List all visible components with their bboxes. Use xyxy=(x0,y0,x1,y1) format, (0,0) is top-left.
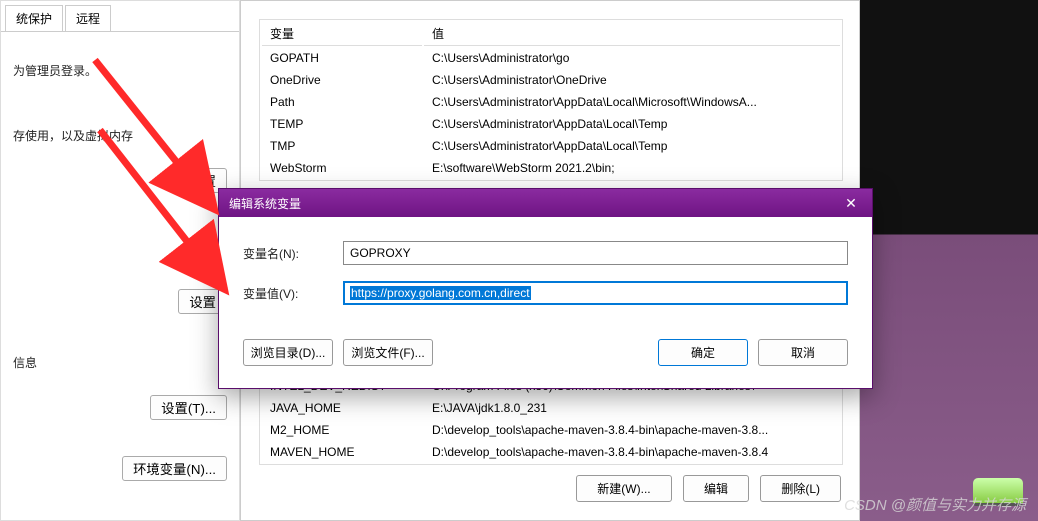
var-value: C:\Users\Administrator\go xyxy=(424,48,840,68)
var-value: E:\software\WebStorm 2021.2\bin; xyxy=(424,158,840,178)
var-name: JAVA_HOME xyxy=(262,398,422,418)
table-row[interactable]: M2_HOMED:\develop_tools\apache-maven-3.8… xyxy=(262,420,840,440)
system-properties-panel: 统保护 远程 为管理员登录。 存使用，以及虚拟内存 设置 设置 信息 设置(T)… xyxy=(0,0,240,521)
user-variables-table[interactable]: 变量 值 GOPATHC:\Users\Administrator\goOneD… xyxy=(259,19,843,181)
memory-text: 存使用，以及虚拟内存 xyxy=(13,127,227,144)
var-value: E:\JAVA\jdk1.8.0_231 xyxy=(424,398,840,418)
info-label: 信息 xyxy=(13,354,227,371)
new-button[interactable]: 新建(W)... xyxy=(576,475,671,502)
var-name: TMP xyxy=(262,136,422,156)
var-value: C:\Users\Administrator\AppData\Local\Tem… xyxy=(424,136,840,156)
browse-directory-button[interactable]: 浏览目录(D)... xyxy=(243,339,333,366)
tab-system-protection[interactable]: 统保护 xyxy=(5,5,63,31)
var-name: Path xyxy=(262,92,422,112)
var-name: M2_HOME xyxy=(262,420,422,440)
var-value: C:\Users\Administrator\AppData\Local\Tem… xyxy=(424,114,840,134)
settings-button-3[interactable]: 设置(T)... xyxy=(150,395,227,420)
edit-system-variable-dialog: 编辑系统变量 ✕ 变量名(N): 变量值(V): https://proxy.g… xyxy=(218,188,873,389)
table-row[interactable]: TEMPC:\Users\Administrator\AppData\Local… xyxy=(262,114,840,134)
table-row[interactable]: MAVEN_HOMED:\develop_tools\apache-maven-… xyxy=(262,442,840,462)
close-button[interactable]: ✕ xyxy=(830,189,872,217)
col-header-variable[interactable]: 变量 xyxy=(262,22,422,46)
table-row[interactable]: GOPATHC:\Users\Administrator\go xyxy=(262,48,840,68)
env-vars-button[interactable]: 环境变量(N)... xyxy=(122,456,227,481)
variable-name-label: 变量名(N): xyxy=(243,245,343,262)
tab-remote[interactable]: 远程 xyxy=(65,5,111,31)
cancel-button[interactable]: 取消 xyxy=(758,339,848,366)
dialog-titlebar[interactable]: 编辑系统变量 ✕ xyxy=(219,189,872,217)
variable-value-label: 变量值(V): xyxy=(243,285,343,302)
variable-value-text: https://proxy.golang.com.cn,direct xyxy=(350,286,531,300)
var-name: GOPATH xyxy=(262,48,422,68)
table-row[interactable]: WebStormE:\software\WebStorm 2021.2\bin; xyxy=(262,158,840,178)
close-icon: ✕ xyxy=(845,195,857,212)
desktop-background xyxy=(858,0,1038,521)
var-name: MAVEN_HOME xyxy=(262,442,422,462)
browse-file-button[interactable]: 浏览文件(F)... xyxy=(343,339,433,366)
table-row[interactable]: PathC:\Users\Administrator\AppData\Local… xyxy=(262,92,840,112)
table-row[interactable]: TMPC:\Users\Administrator\AppData\Local\… xyxy=(262,136,840,156)
ok-button[interactable]: 确定 xyxy=(658,339,748,366)
admin-login-text: 为管理员登录。 xyxy=(13,62,227,79)
var-name: OneDrive xyxy=(262,70,422,90)
table-row[interactable]: OneDriveC:\Users\Administrator\OneDrive xyxy=(262,70,840,90)
var-value: D:\develop_tools\apache-maven-3.8.4-bin\… xyxy=(424,442,840,462)
var-name: WebStorm xyxy=(262,158,422,178)
variable-name-input[interactable] xyxy=(343,241,848,265)
var-value: C:\Users\Administrator\OneDrive xyxy=(424,70,840,90)
variable-value-input[interactable]: https://proxy.golang.com.cn,direct xyxy=(343,281,848,305)
col-header-value[interactable]: 值 xyxy=(424,22,840,46)
var-value: D:\develop_tools\apache-maven-3.8.4-bin\… xyxy=(424,420,840,440)
edit-button[interactable]: 编辑 xyxy=(683,475,749,502)
var-value: C:\Users\Administrator\AppData\Local\Mic… xyxy=(424,92,840,112)
dialog-title: 编辑系统变量 xyxy=(229,195,301,212)
delete-button[interactable]: 删除(L) xyxy=(760,475,841,502)
table-row[interactable]: JAVA_HOMEE:\JAVA\jdk1.8.0_231 xyxy=(262,398,840,418)
var-name: TEMP xyxy=(262,114,422,134)
battery-icon xyxy=(973,478,1023,506)
